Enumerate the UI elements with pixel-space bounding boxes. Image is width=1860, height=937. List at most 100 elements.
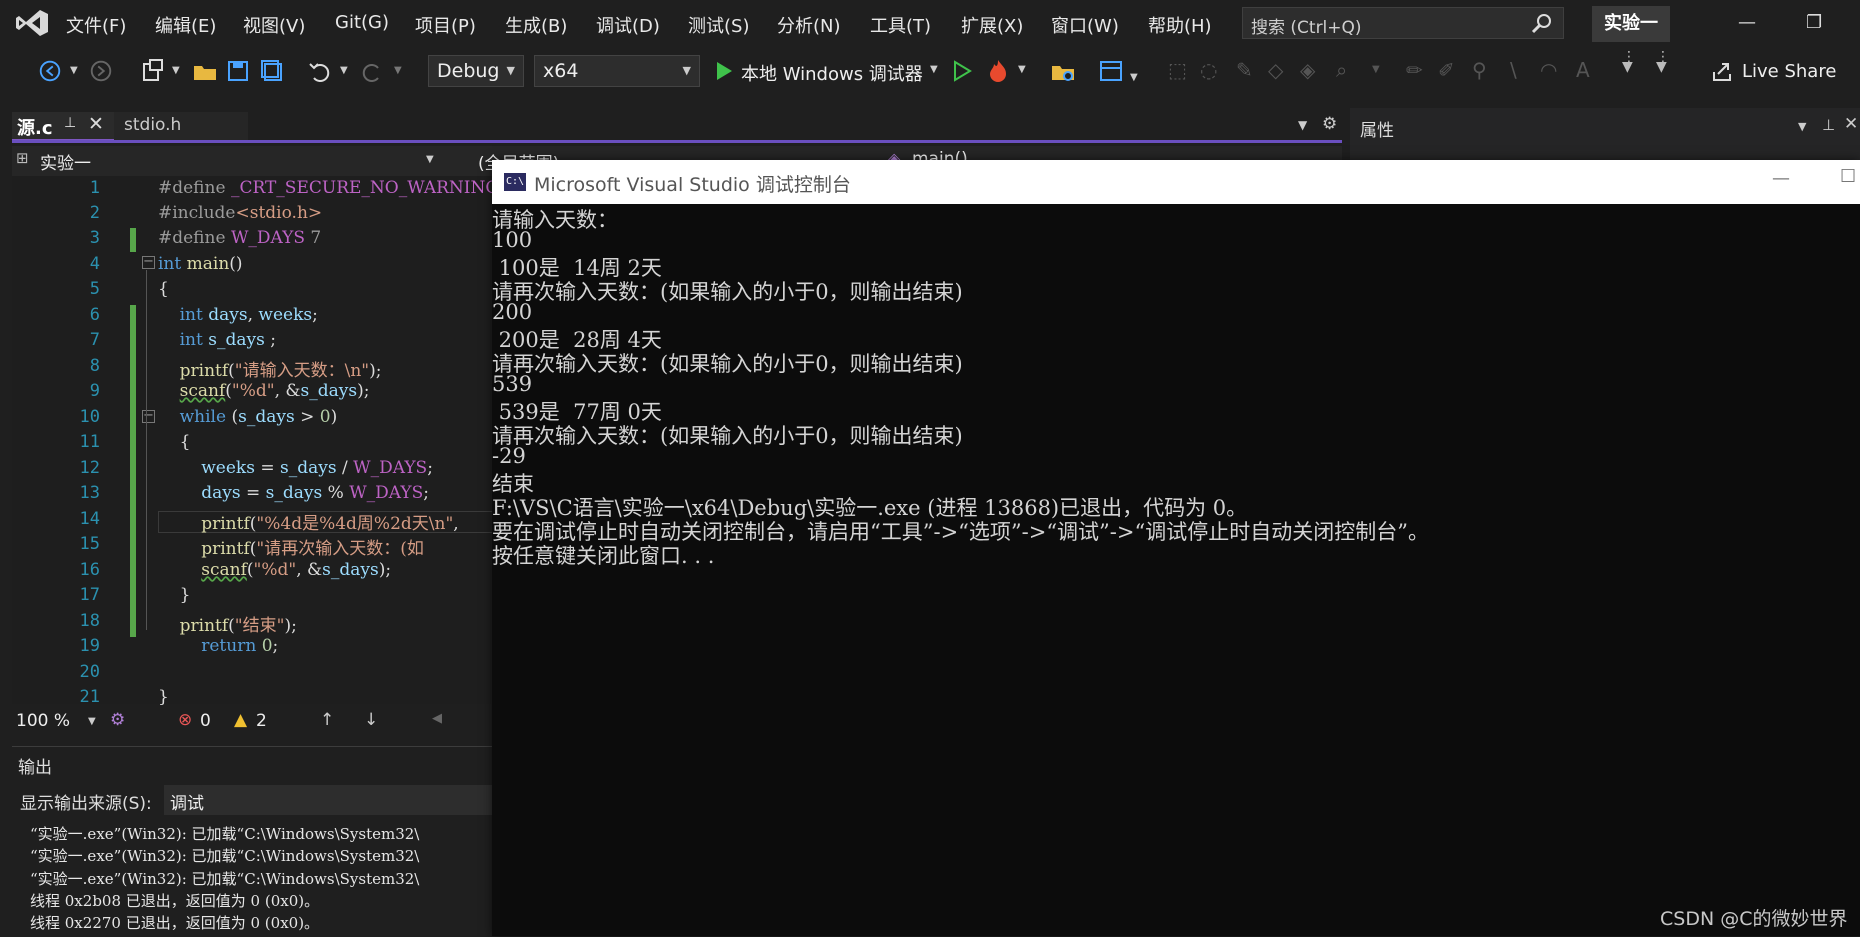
menu-git[interactable]: Git(G)	[335, 12, 389, 33]
menu-test[interactable]: 测试(S)	[688, 12, 749, 38]
menu-window[interactable]: 窗口(W)	[1051, 12, 1119, 38]
code-line: printf("请再次输入天数：(如	[201, 539, 424, 559]
output-panel: 输出 显示输出来源(S): 调试 “实验一.exe”(Win32): 已加载“C…	[12, 746, 496, 937]
menu-tools[interactable]: 工具(T)	[870, 12, 931, 38]
code-cleanup-icon[interactable]: ⚙	[110, 710, 125, 730]
collapse-icon[interactable]: −	[142, 409, 155, 423]
error-count[interactable]: 0	[200, 711, 211, 731]
new-dropdown-icon[interactable]: ▼	[172, 65, 180, 91]
error-icon[interactable]: ⊗	[178, 710, 192, 730]
maximize-icon[interactable]: ☐	[1840, 166, 1856, 187]
line-number: 15	[79, 534, 100, 554]
warning-icon[interactable]: ▲	[234, 710, 247, 730]
debug-console-window[interactable]: C:\ Microsoft Visual Studio 调试控制台 — ☐ 请输…	[492, 160, 1860, 936]
collapse-icon[interactable]: −	[142, 255, 155, 269]
minimize-icon[interactable]: —	[1738, 12, 1756, 33]
tab-stdio-h[interactable]: stdio.h	[114, 112, 248, 140]
minimize-icon[interactable]: —	[1772, 168, 1790, 189]
layout-icon[interactable]	[1098, 58, 1124, 84]
forward-icon[interactable]	[88, 58, 114, 84]
line-number: 9	[89, 381, 100, 401]
config-dropdown[interactable]: Debug ▼	[428, 55, 524, 87]
zoom-dropdown-icon[interactable]: ▼	[1372, 64, 1380, 75]
line-number: 5	[89, 279, 100, 299]
menu-view[interactable]: 视图(V)	[243, 12, 305, 38]
console-title: Microsoft Visual Studio 调试控制台	[534, 174, 851, 196]
zoom-icon[interactable]: ⌕	[1336, 58, 1347, 82]
spray-icon[interactable]: ⚲	[1472, 58, 1487, 82]
menu-build[interactable]: 生成(B)	[505, 12, 567, 38]
chevron-down-icon: ▼	[506, 64, 515, 77]
solution-name-badge[interactable]: 实验一	[1592, 6, 1670, 42]
debugger-label[interactable]: 本地 Windows 调试器	[741, 60, 923, 86]
undo-dropdown-icon[interactable]: ▼	[340, 65, 348, 91]
output-title: 输出	[18, 758, 52, 778]
search-box[interactable]: 搜索 (Ctrl+Q)	[1242, 7, 1564, 39]
close-icon[interactable]: ✕	[1844, 114, 1858, 134]
menu-extensions[interactable]: 扩展(X)	[961, 12, 1023, 38]
code-editor[interactable]: 1 2 3 4 5 6 7 8 9 10 11 12 13 14 15 16 1…	[12, 176, 511, 707]
menu-analyze[interactable]: 分析(N)	[777, 12, 841, 38]
lasso-icon[interactable]: ◌	[1200, 58, 1217, 82]
redo-icon[interactable]	[360, 58, 386, 84]
save-icon[interactable]	[226, 58, 250, 84]
live-share-button[interactable]: Live Share	[1742, 61, 1836, 82]
start-debug-icon[interactable]	[714, 60, 734, 82]
pencil-icon[interactable]: ✏	[1406, 58, 1423, 82]
code-line: printf("结束");	[179, 616, 297, 636]
tab-source-c[interactable]: 源.c ⊥ ✕	[12, 112, 114, 142]
console-title-bar[interactable]: C:\ Microsoft Visual Studio 调试控制台 — ☐	[492, 160, 1860, 204]
arrow-down-icon[interactable]: ↓	[364, 710, 378, 730]
pin-icon[interactable]: ⊥	[1822, 116, 1835, 134]
console-line: 539	[492, 372, 533, 396]
output-source-dropdown[interactable]: 调试	[164, 785, 496, 815]
eyedropper-icon[interactable]: ✎	[1236, 58, 1253, 82]
project-dropdown[interactable]: 实验一	[40, 149, 91, 174]
code-line: {	[158, 432, 191, 452]
zoom-level[interactable]: 100 %	[16, 711, 70, 731]
open-folder-icon[interactable]	[192, 58, 218, 84]
properties-dropdown-icon[interactable]: ▼	[1798, 120, 1806, 133]
eraser-icon[interactable]: ◇	[1268, 58, 1283, 82]
menu-help[interactable]: 帮助(H)	[1148, 12, 1212, 38]
close-icon[interactable]: ✕	[88, 113, 104, 135]
platform-dropdown[interactable]: x64 ▼	[534, 55, 700, 87]
back-dropdown-icon[interactable]: ▼	[70, 65, 78, 91]
browse-folder-icon[interactable]	[1050, 58, 1076, 84]
save-all-icon[interactable]	[260, 58, 284, 84]
menu-file[interactable]: 文件(F)	[66, 12, 126, 38]
warning-count[interactable]: 2	[256, 711, 267, 731]
back-icon[interactable]	[36, 58, 64, 84]
menu-debug[interactable]: 调试(D)	[596, 12, 660, 38]
tab-list-dropdown-icon[interactable]: ▼	[1298, 118, 1307, 132]
layout-dropdown-icon[interactable]: ▼	[1130, 72, 1138, 83]
select-icon[interactable]: ⬚	[1168, 58, 1187, 82]
restore-icon[interactable]: ❐	[1806, 12, 1822, 33]
arrow-up-icon[interactable]: ↑	[320, 710, 334, 730]
hot-reload-dropdown-icon[interactable]: ▼	[1018, 64, 1026, 75]
new-project-icon[interactable]	[140, 58, 166, 84]
live-share-icon[interactable]	[1710, 60, 1734, 84]
console-line: 请再次输入天数：(如果输入的小于0，则输出结束)	[492, 424, 963, 448]
brush-icon[interactable]: ✐	[1438, 58, 1455, 82]
output-line: 线程 0x2b08 已退出，返回值为 0 (0x0)。	[30, 892, 320, 910]
output-line: “实验一.exe”(Win32): 已加载“C:\Windows\System3…	[30, 870, 420, 888]
chevron-down-icon[interactable]: ▼	[88, 716, 96, 727]
chevron-down-icon[interactable]: ▼	[426, 154, 434, 165]
hot-reload-icon[interactable]	[986, 58, 1010, 84]
menu-project[interactable]: 项目(P)	[415, 12, 476, 38]
fill-icon[interactable]: ◈	[1300, 58, 1315, 82]
arc-icon[interactable]: ◠	[1540, 58, 1557, 82]
gear-icon[interactable]: ⚙	[1322, 114, 1337, 134]
scroll-left-icon[interactable]: ◀	[432, 711, 442, 726]
toolbar-overflow-icon[interactable]: ⋮ ▼	[1622, 50, 1636, 74]
debugger-dropdown-icon[interactable]: ▼	[930, 64, 938, 75]
start-without-debug-icon[interactable]	[952, 60, 972, 82]
redo-dropdown-icon[interactable]: ▼	[394, 65, 402, 91]
text-icon[interactable]: A	[1576, 58, 1590, 82]
menu-edit[interactable]: 编辑(E)	[155, 12, 216, 38]
toolbar-overflow-icon-2[interactable]: ⋮ ▼	[1656, 50, 1670, 74]
line-icon[interactable]: \	[1510, 58, 1517, 82]
undo-icon[interactable]	[306, 58, 332, 84]
pin-icon[interactable]: ⊥	[64, 115, 76, 131]
